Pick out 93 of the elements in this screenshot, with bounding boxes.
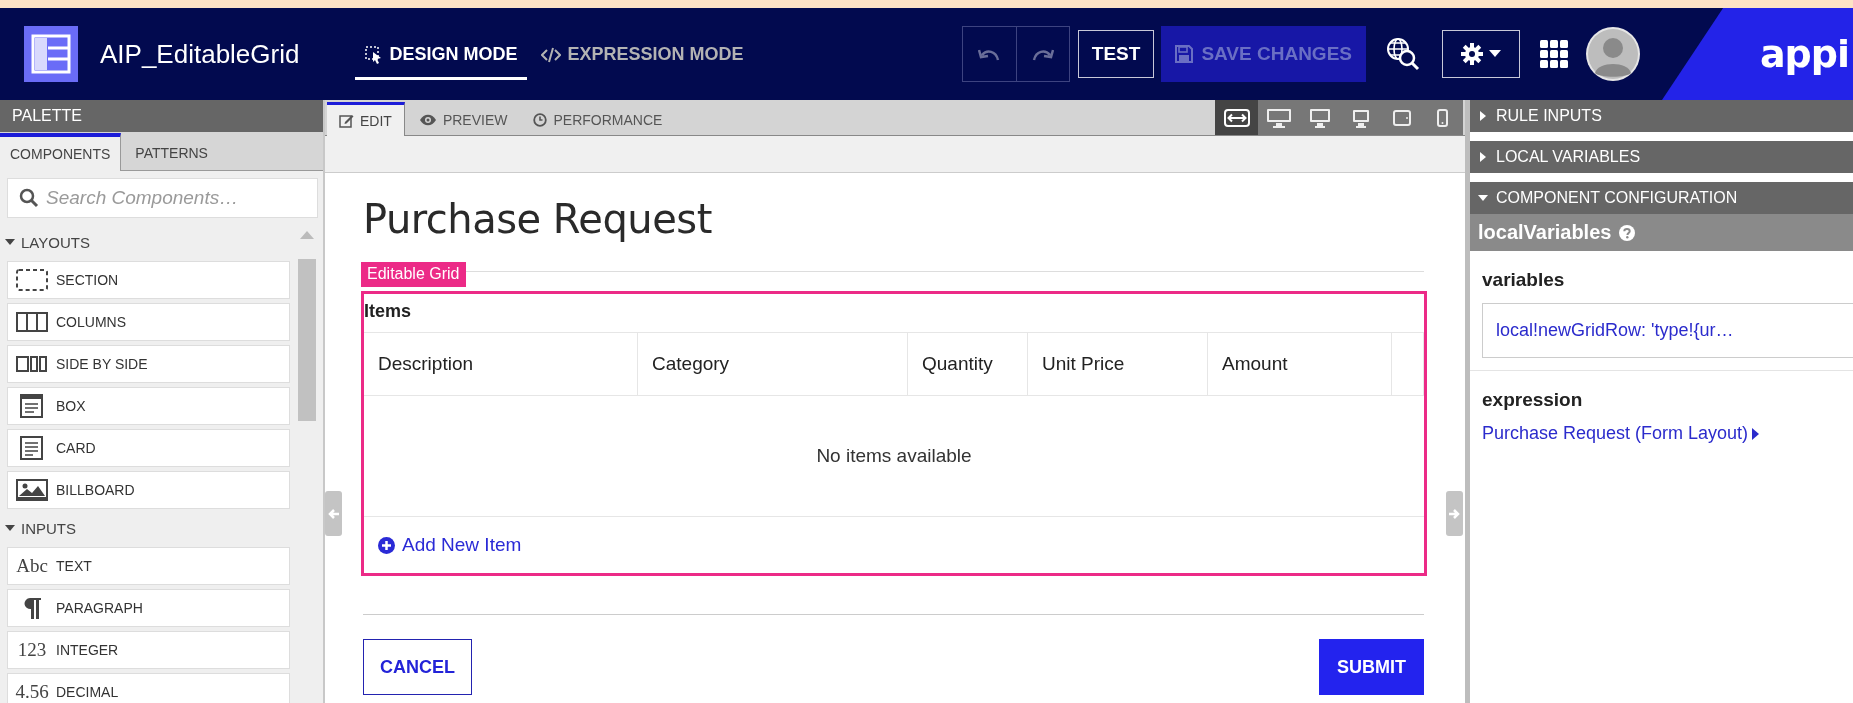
tablet-icon — [1392, 109, 1411, 126]
column-header: Amount — [1208, 333, 1392, 395]
palette-item[interactable]: 4.56 DECIMAL — [7, 673, 290, 703]
collapse-right-handle[interactable] — [1446, 491, 1463, 536]
clock-icon — [533, 112, 548, 127]
editor-tab[interactable]: EDIT — [327, 102, 405, 136]
section-header[interactable]: RULE INPUTS — [1470, 100, 1853, 132]
palette-item[interactable]: SECTION — [7, 261, 290, 299]
item-label: COLUMNS — [56, 314, 126, 330]
settings-icon — [1461, 43, 1483, 65]
arrow-right-icon — [1449, 508, 1460, 519]
app-logo-icon — [24, 26, 78, 82]
grid-icon — [1540, 40, 1568, 68]
palette-item[interactable]: Abc TEXT — [7, 547, 290, 585]
palette-item[interactable]: 123 INTEGER — [7, 631, 290, 669]
add-item-link[interactable]: Add New Item — [378, 534, 522, 556]
mode-tab[interactable]: DESIGN MODE — [355, 34, 528, 80]
avatar-icon[interactable] — [1586, 27, 1640, 81]
app-title: AIP_EditableGrid — [100, 38, 300, 70]
brand-logo-text: appi — [1759, 32, 1849, 76]
expression-link[interactable]: Purchase Request (Form Layout) — [1482, 423, 1760, 444]
column-header: Quantity — [908, 333, 1028, 395]
property-label: expression — [1482, 389, 1584, 411]
form-title: Purchase Request — [363, 195, 713, 244]
phone-icon — [1437, 108, 1448, 127]
column-header: Description — [364, 333, 638, 395]
editor-tab[interactable]: PREVIEW — [406, 104, 520, 135]
scrollbar-thumb[interactable] — [298, 259, 316, 421]
group-header[interactable]: INPUTS — [0, 513, 82, 543]
arrow-left-icon — [328, 508, 339, 519]
section-header[interactable]: LOCAL VARIABLES — [1470, 141, 1853, 173]
settings-button[interactable] — [1442, 30, 1520, 78]
palette-tab[interactable]: PATTERNS — [125, 136, 218, 170]
editable-grid[interactable]: Items Description Category Quantity Unit Price Amount No items available Add New Item — [361, 291, 1427, 576]
dashed-square-icon — [15, 268, 49, 292]
group-header[interactable]: LAYOUTS — [0, 227, 96, 257]
item-label: CARD — [56, 440, 96, 456]
help-icon — [1619, 224, 1636, 241]
column-header: Category — [638, 333, 908, 395]
palette-item[interactable]: SIDE BY SIDE — [7, 345, 290, 383]
caret-down-icon — [1489, 50, 1501, 58]
palette-item[interactable]: COLUMNS — [7, 303, 290, 341]
item-label: INTEGER — [56, 642, 119, 658]
scroll-up-icon — [300, 231, 314, 239]
redo-icon — [1031, 47, 1054, 61]
component-name: localVariables — [1478, 221, 1612, 244]
palette-title: PALETTE — [0, 100, 323, 132]
section-header[interactable]: COMPONENT CONFIGURATION — [1470, 182, 1853, 214]
code-icon — [541, 46, 562, 63]
empty-message: No items available — [816, 445, 972, 467]
expression-field[interactable]: local!newGridRow: 'type!{ur… — [1482, 303, 1853, 358]
type-glyph: 4.56 — [15, 681, 49, 703]
item-label: BILLBOARD — [56, 482, 135, 498]
type-glyph: 123 — [17, 639, 47, 661]
property-label: variables — [1482, 269, 1566, 291]
item-label: TEXT — [56, 558, 92, 574]
palette-tab[interactable]: COMPONENTS — [0, 133, 122, 171]
item-label: BOX — [56, 398, 86, 414]
grid-label: Items — [364, 300, 413, 323]
image-icon — [15, 478, 49, 502]
app-launcher-button[interactable] — [1540, 40, 1568, 68]
item-label: SECTION — [56, 272, 119, 288]
item-label: DECIMAL — [56, 684, 119, 700]
cancel-button[interactable]: CANCEL — [363, 639, 472, 695]
search-field[interactable]: Search Components… — [7, 178, 318, 218]
item-label: PARAGRAPH — [56, 600, 143, 616]
palette-item[interactable]: CARD — [7, 429, 290, 467]
monitor-icon — [1308, 107, 1331, 128]
component-tag: Editable Grid — [361, 262, 466, 287]
eye-icon — [418, 113, 437, 126]
submit-button[interactable]: SUBMIT — [1319, 639, 1424, 695]
collapse-left-handle[interactable] — [325, 491, 342, 536]
columns-icon — [15, 310, 49, 334]
column-header: Unit Price — [1028, 333, 1208, 395]
mode-tab[interactable]: EXPRESSION MODE — [531, 34, 754, 80]
palette-item[interactable]: BILLBOARD — [7, 471, 290, 509]
pencil-square-icon — [339, 113, 354, 128]
search-icon — [19, 188, 39, 208]
globe-search-icon — [1386, 37, 1420, 71]
globe-search-button[interactable] — [1386, 37, 1420, 71]
plus-circle-icon — [378, 536, 395, 554]
undo-icon — [978, 47, 1001, 61]
caret-right-icon — [1752, 427, 1760, 440]
item-label: SIDE BY SIDE — [56, 356, 148, 372]
small-monitor-icon — [1351, 107, 1370, 128]
palette-item[interactable]: BOX — [7, 387, 290, 425]
wide-monitor-icon — [1265, 107, 1292, 128]
palette-item[interactable]: PARAGRAPH — [7, 589, 290, 627]
type-glyph: Abc — [16, 555, 48, 577]
test-button[interactable]: TEST — [1077, 30, 1155, 78]
editor-tab[interactable]: PERFORMANCE — [521, 104, 675, 135]
fit-width-icon — [1223, 108, 1250, 127]
device-view-button[interactable] — [1215, 100, 1258, 135]
